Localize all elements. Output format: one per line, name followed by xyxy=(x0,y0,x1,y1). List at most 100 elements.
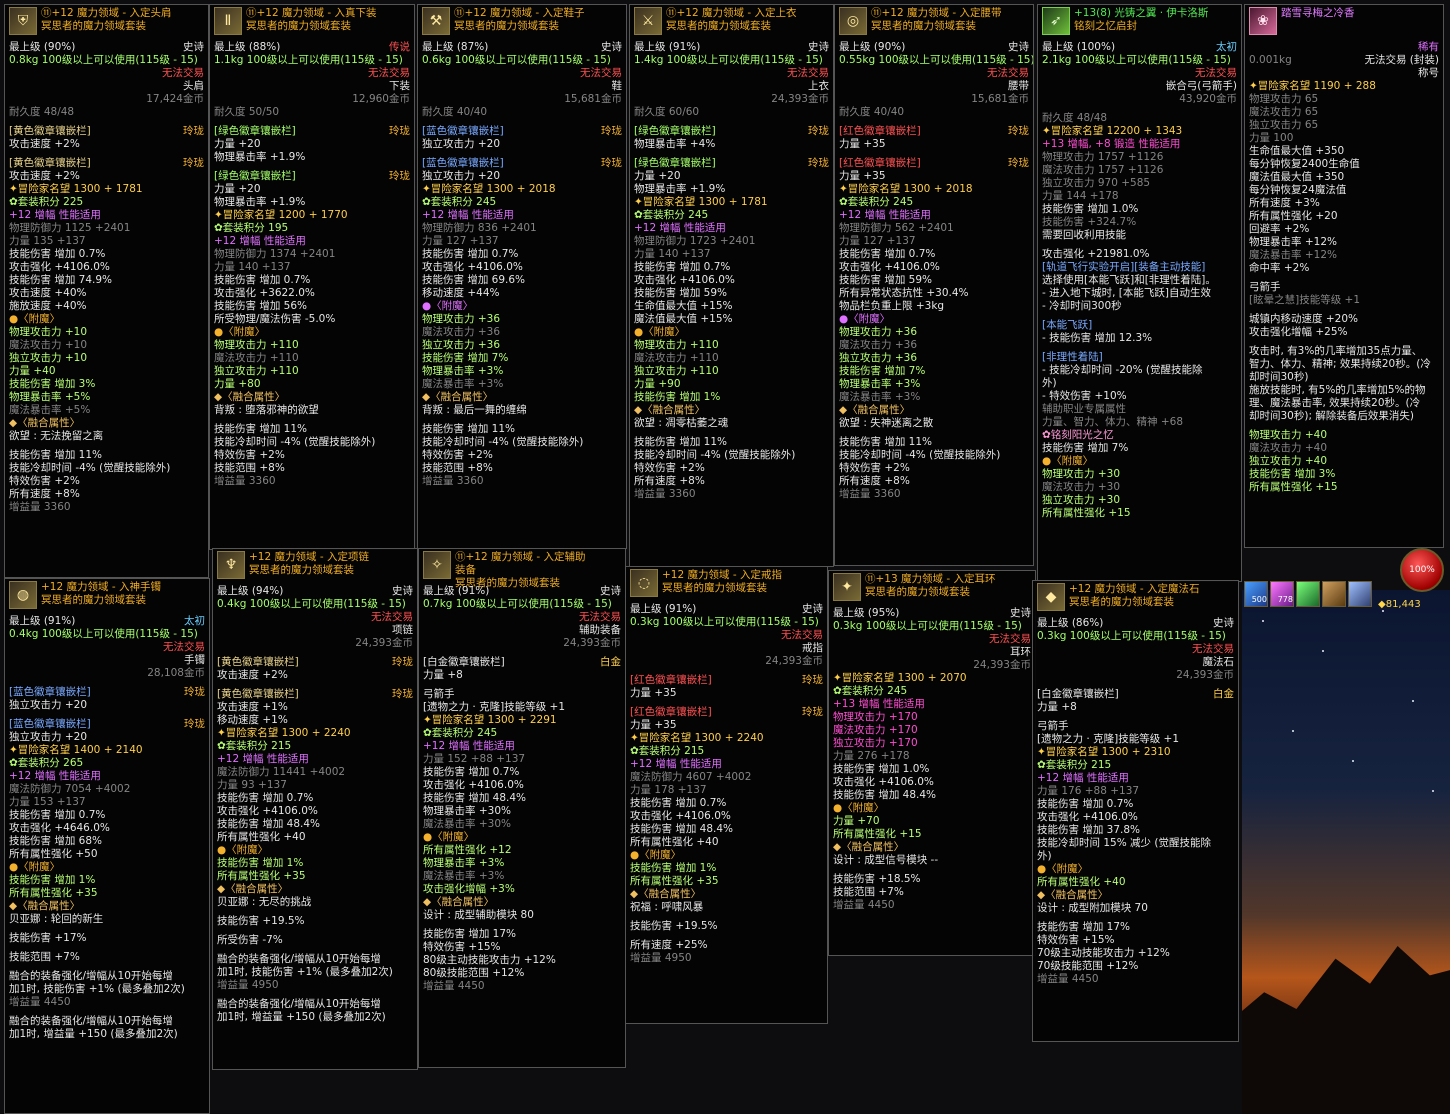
stat-left: 0.3kg 100级以上可以使用(115级 - 15) xyxy=(1037,630,1226,642)
magic-stone-icon: ◆ xyxy=(1037,583,1065,611)
skill-slot[interactable] xyxy=(1348,581,1372,607)
stat-line: 独立攻击力 +20 xyxy=(422,138,500,150)
stat-left: 0.8kg 100级以上可以使用(115级 - 15) xyxy=(9,54,198,66)
stat-line: 增益量 3360 xyxy=(422,475,484,487)
stat-left: [红色徽章镶嵌栏] xyxy=(630,674,712,686)
tooltip-header: ⛨ ⑪+12 魔力领域 - 入定头肩 冥思者的魔力领域套装 xyxy=(9,7,204,39)
skill-slot[interactable] xyxy=(1322,581,1346,607)
stat-line: 24,393金币 xyxy=(765,655,823,667)
stat-line: 技能伤害 增加 0.7% xyxy=(1037,798,1134,810)
stat-line: +12 增幅 性能适用 xyxy=(214,235,306,247)
stat-line: - 技能冷却时间 -20% (觉醒技能除 xyxy=(1042,364,1203,376)
stat-line: ◆〈融合属性〉 xyxy=(423,896,495,908)
stat-line: 技能伤害 增加 0.7% xyxy=(630,797,727,809)
stat-line: 所有属性强化 +15 xyxy=(833,828,922,840)
stat-line: 欲望 : 失神迷离之散 xyxy=(839,417,934,429)
tooltip-title-block: +12 魔力领域 - 入定魔法石 冥思者的魔力领域套装 xyxy=(1069,583,1234,609)
stat-line: 腰带 xyxy=(1008,80,1029,92)
stat-line: 技能伤害 增加 3% xyxy=(1249,468,1336,480)
stat-row: 最上级 (91%) 史诗 xyxy=(634,41,829,54)
skill-slot[interactable] xyxy=(1296,581,1320,607)
stat-line: 独立攻击力 +110 xyxy=(634,365,719,377)
stat-line: 技能伤害 增加 48.4% xyxy=(630,823,734,835)
stat-line: 技能伤害 增加 0.7% xyxy=(9,248,106,260)
stat-line: 所有属性强化 +15 xyxy=(1249,481,1338,493)
stat-line: ✿铭刻阳光之忆 xyxy=(1042,429,1114,441)
tooltip-title-block: +12 魔力领域 - 入神手镯 冥思者的魔力领域套装 xyxy=(41,581,205,607)
stat-line: ✦冒险家名望 1200 + 1770 xyxy=(214,209,348,221)
stat-left: 0.4kg 100级以上可以使用(115级 - 15) xyxy=(9,628,198,640)
stat-right: 玲珑 xyxy=(184,686,205,698)
stat-line: - 技能伤害 增加 12.3% xyxy=(1042,332,1153,344)
stat-line: 辅助装备 xyxy=(579,624,621,636)
stat-row: 1.4kg 100级以上可以使用(115级 - 15) xyxy=(634,54,829,67)
stat-line: 43,920金币 xyxy=(1179,93,1237,105)
stat-line: 无法交易 xyxy=(1192,643,1234,655)
stat-right: 史诗 xyxy=(1008,41,1029,53)
skill-slot[interactable]: 778 xyxy=(1270,581,1294,607)
stat-line: ●〈附魔〉 xyxy=(634,326,686,338)
stat-line: ✦冒险家名望 1300 + 2291 xyxy=(423,714,557,726)
stat-right: 史诗 xyxy=(601,41,622,53)
stat-row: 最上级 (88%) 传说 xyxy=(214,41,410,54)
tooltip-header: ❀ 踏雪寻梅之冷香 xyxy=(1249,7,1439,39)
stat-line: ●〈附魔〉 xyxy=(422,300,474,312)
stat-right: 玲珑 xyxy=(808,125,829,137)
stat-line: +13 增幅 性能适用 xyxy=(833,698,925,710)
stat-line: 力量 +20 xyxy=(214,138,261,150)
stat-line: 力量 +35 xyxy=(839,138,886,150)
stat-line: 增益量 4950 xyxy=(217,979,279,991)
stat-line: 28,108金币 xyxy=(147,667,205,679)
stat-line: 特效伤害 +15% xyxy=(1037,934,1115,946)
stat-line: 技能伤害 +17% xyxy=(9,932,87,944)
stat-line: 无法交易 xyxy=(989,633,1031,645)
stat-line: ●〈附魔〉 xyxy=(839,313,891,325)
stat-row: 最上级 (94%) 史诗 xyxy=(217,585,413,598)
support-gear-icon: ✧ xyxy=(423,551,451,579)
stat-line: 无法交易 xyxy=(787,67,829,79)
stat-line: ◆〈融合属性〉 xyxy=(422,391,494,403)
item-tooltip-weapon: ➶ +13(8) 光铸之翼 · 伊卡洛斯 铭刻之忆启封 最上级 (100%) 太初 2.1… xyxy=(1037,4,1242,582)
boots-icon: ⚒ xyxy=(422,7,450,35)
stat-line: ◆〈融合属性〉 xyxy=(9,417,81,429)
item-name: +12 魔力领域 - 入定戒指 xyxy=(662,569,782,581)
stat-line: 融合的装备强化/增幅从10开始每增 xyxy=(217,998,381,1010)
stat-line: ✦冒险家名望 1190 + 288 xyxy=(1249,80,1376,92)
item-name: ⑪+13 魔力领域 - 入定耳环 xyxy=(865,573,996,585)
stat-row: 最上级 (91%) 史诗 xyxy=(630,603,823,616)
stat-line: 力量 153 +137 xyxy=(9,796,86,808)
tooltip-title-block: +13(8) 光铸之翼 · 伊卡洛斯 铭刻之忆启封 xyxy=(1074,7,1237,33)
stat-line: 无法交易 xyxy=(580,67,622,79)
stat-line: - 特效伤害 +10% xyxy=(1042,390,1127,402)
stat-line: 欲望 : 凋零枯萎之魂 xyxy=(634,417,729,429)
stat-left: [白金徽章镶嵌栏] xyxy=(1037,688,1119,700)
stat-line: ✦冒险家名望 12200 + 1343 xyxy=(1042,125,1183,137)
tooltip-title-block: ⑪+13 魔力领域 - 入定耳环 冥思者的魔力领域套装 xyxy=(865,573,1031,599)
stat-left: 最上级 (87%) xyxy=(422,41,489,53)
stat-line: 魔法暴击率 +12% xyxy=(1249,249,1337,261)
stat-line: +13 增幅, +8 锻造 性能适用 xyxy=(1042,138,1181,150)
stat-line: 魔法暴击率 +30% xyxy=(423,818,511,830)
stat-line: 上衣 xyxy=(808,80,829,92)
stat-line: ✿套装积分 215 xyxy=(1037,759,1112,771)
stat-line: [轨道飞行实验开启][装备主动技能] xyxy=(1042,261,1206,273)
stat-line: 独立攻击力 65 xyxy=(1249,119,1319,131)
stat-line: ✿套装积分 245 xyxy=(634,209,709,221)
stat-line: 技能伤害 增加 11% xyxy=(214,423,308,435)
stat-line: 魔法攻击力 +110 xyxy=(634,352,719,364)
stat-left: 最上级 (94%) xyxy=(217,585,284,597)
stat-line: 技能冷却时间 -4% (觉醒技能除外) xyxy=(839,449,1001,461)
tooltip-title-block: 踏雪寻梅之冷香 xyxy=(1281,7,1439,20)
stat-right: 玲珑 xyxy=(392,688,413,700)
stat-line: 物理暴击率 +1.9% xyxy=(634,183,726,195)
stat-line: 所有属性强化 +12 xyxy=(423,844,512,856)
stat-left: 最上级 (90%) xyxy=(9,41,76,53)
stat-left: 1.1kg 100级以上可以使用(115级 - 15) xyxy=(214,54,403,66)
skill-slot[interactable]: 500 xyxy=(1244,581,1268,607)
stat-left: 最上级 (90%) xyxy=(839,41,906,53)
stat-line: 所有速度 +8% xyxy=(634,475,705,487)
stat-left: [红色徽章镶嵌栏] xyxy=(839,157,921,169)
stat-line: 力量 +8 xyxy=(423,669,463,681)
stat-line: 背叛 : 堕落邪神的欲望 xyxy=(214,404,319,416)
stat-line: ✦冒险家名望 1300 + 2070 xyxy=(833,672,967,684)
